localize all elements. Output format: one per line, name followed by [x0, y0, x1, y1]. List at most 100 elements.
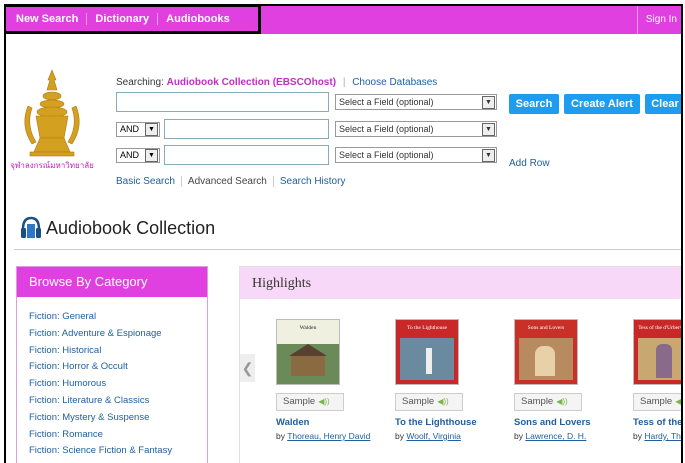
cover-title: To the Lighthouse — [407, 325, 447, 331]
search-history-link[interactable]: Search History — [272, 176, 352, 187]
book-card: To the Lighthouse Sample ◀)) To the Light… — [395, 319, 513, 441]
category-link[interactable]: Fiction: Literature & Classics — [29, 393, 207, 410]
book-title[interactable]: Sons and Lovers — [514, 417, 632, 428]
field-select-1-label: Select a Field (optional) — [339, 97, 434, 107]
category-link[interactable]: Fiction: Science Fiction & Fantasy — [29, 443, 207, 460]
category-link[interactable]: Fiction: Historical — [29, 343, 207, 360]
searching-line: Searching: Audiobook Collection (EBSCOho… — [116, 77, 438, 88]
chevron-down-icon: ▼ — [482, 122, 495, 136]
collection-title: Audiobook Collection — [46, 217, 216, 238]
highlights-panel: Highlights ❮ Walden Sample ◀)) Walden by … — [239, 266, 683, 463]
browse-heading: Browse By Category — [17, 267, 207, 297]
search-mode-links: Basic Search Advanced Search Search Hist… — [116, 176, 351, 187]
book-author-line: by Lawrence, D. H. — [514, 431, 632, 441]
search-row-1: Select a Field (optional) ▼ — [116, 92, 497, 112]
category-link[interactable]: Fiction: General — [29, 309, 207, 326]
book-title[interactable]: Tess of the D'Urbervilles — [633, 417, 681, 428]
category-link[interactable]: Fiction: Romance — [29, 427, 207, 444]
speaker-icon: ◀)) — [675, 397, 682, 406]
logo-caption: จุฬาลงกรณ์มหาวิทยาลัย — [10, 160, 94, 170]
advanced-search-link[interactable]: Advanced Search — [180, 176, 273, 187]
search-button[interactable]: Search — [509, 94, 559, 114]
speaker-icon: ◀)) — [437, 397, 449, 406]
sample-label: Sample — [521, 396, 554, 407]
category-list: Fiction: General Fiction: Adventure & Es… — [17, 309, 207, 460]
cover-title: Walden — [299, 325, 317, 331]
category-link[interactable]: Fiction: Adventure & Espionage — [29, 326, 207, 343]
bool-operator-label: AND — [120, 150, 140, 160]
sample-label: Sample — [283, 396, 316, 407]
chevron-down-icon: ▼ — [482, 148, 495, 162]
headphones-icon — [21, 216, 41, 238]
dictionary-link[interactable]: Dictionary — [87, 13, 159, 25]
divider — [14, 249, 681, 250]
search-input-3[interactable] — [164, 145, 329, 165]
book-title[interactable]: Walden — [276, 417, 394, 428]
add-row-link[interactable]: Add Row — [509, 158, 550, 169]
sign-in-link[interactable]: Sign In — [636, 6, 681, 34]
clear-button[interactable]: Clear — [645, 94, 681, 114]
cover-title: Sons and Lovers — [527, 325, 565, 331]
university-logo: จุฬาลงกรณ์มหาวิทยาลัย — [10, 66, 94, 178]
field-select-3-label: Select a Field (optional) — [339, 150, 434, 160]
bool-operator-select-2[interactable]: AND ▼ — [116, 121, 160, 137]
field-select-2[interactable]: Select a Field (optional) ▼ — [335, 121, 497, 137]
author-link[interactable]: Thoreau, Henry David — [287, 431, 370, 441]
highlights-heading: Highlights — [240, 267, 681, 299]
book-author-line: by Hardy, Thomas — [633, 431, 681, 441]
book-cover[interactable]: To the Lighthouse — [395, 319, 459, 385]
browse-by-category-panel: Browse By Category Fiction: General Fict… — [16, 266, 208, 463]
search-input-1[interactable] — [116, 92, 329, 112]
book-cover[interactable]: Tess of the d'Urbervilles — [633, 319, 683, 385]
sample-label: Sample — [640, 396, 673, 407]
by-label: by — [514, 431, 523, 441]
chevron-down-icon: ▼ — [482, 95, 495, 109]
carousel-prev-button[interactable]: ❮ — [240, 354, 255, 382]
field-select-1[interactable]: Select a Field (optional) ▼ — [335, 94, 497, 110]
basic-search-link[interactable]: Basic Search — [116, 176, 181, 187]
chevron-down-icon: ▼ — [145, 122, 158, 136]
book-cover[interactable]: Walden — [276, 319, 340, 385]
new-search-link[interactable]: New Search — [8, 13, 88, 25]
speaker-icon: ◀)) — [556, 397, 568, 406]
category-link[interactable]: Fiction: Horror & Occult — [29, 359, 207, 376]
author-link[interactable]: Hardy, Thomas — [644, 431, 681, 441]
book-cover[interactable]: Sons and Lovers — [514, 319, 578, 385]
by-label: by — [395, 431, 404, 441]
top-toolbar: New Search Dictionary Audiobooks Sign In — [6, 6, 681, 34]
search-row-3: AND ▼ Select a Field (optional) ▼ — [116, 145, 497, 165]
sample-label: Sample — [402, 396, 435, 407]
category-link[interactable]: Fiction: Mystery & Suspense — [29, 410, 207, 427]
collection-heading: Audiobook Collection — [20, 216, 215, 240]
by-label: by — [633, 431, 642, 441]
database-name: Audiobook Collection (EBSCOhost) — [166, 77, 337, 88]
book-title[interactable]: To the Lighthouse — [395, 417, 513, 428]
sample-button[interactable]: Sample◀)) — [633, 393, 682, 411]
sample-button[interactable]: Sample◀)) — [514, 393, 582, 411]
by-label: by — [276, 431, 285, 441]
book-card: Tess of the d'Urbervilles Sample◀)) Tess… — [633, 319, 683, 441]
sample-button[interactable]: Sample◀)) — [276, 393, 344, 411]
field-select-2-label: Select a Field (optional) — [339, 124, 434, 134]
search-input-2[interactable] — [164, 119, 329, 139]
book-author-line: by Woolf, Virginia — [395, 431, 513, 441]
chevron-down-icon: ▼ — [145, 148, 158, 162]
bool-operator-label: AND — [120, 124, 140, 134]
page-frame: New Search Dictionary Audiobooks Sign In… — [4, 4, 683, 463]
book-card: Walden Sample ◀)) Walden by Thoreau, Henr… — [276, 319, 394, 441]
author-link[interactable]: Lawrence, D. H. — [525, 431, 586, 441]
book-author-line: by Thoreau, Henry David — [276, 431, 394, 441]
choose-databases-link[interactable]: Choose Databases — [352, 77, 437, 88]
speaker-icon: ◀)) — [318, 397, 330, 406]
top-nav: New Search Dictionary Audiobooks — [6, 6, 261, 34]
category-link[interactable]: Fiction: Humorous — [29, 376, 207, 393]
audiobooks-link[interactable]: Audiobooks — [158, 13, 238, 25]
author-link[interactable]: Woolf, Virginia — [406, 431, 461, 441]
cover-title: Tess of the d'Urbervilles — [638, 325, 683, 331]
sample-button[interactable]: Sample◀)) — [395, 393, 463, 411]
bool-operator-select-3[interactable]: AND ▼ — [116, 147, 160, 163]
searching-label: Searching: — [116, 77, 164, 88]
field-select-3[interactable]: Select a Field (optional) ▼ — [335, 147, 497, 163]
book-card: Sons and Lovers Sample ◀)) Sons and Lover… — [514, 319, 632, 441]
create-alert-button[interactable]: Create Alert — [564, 94, 640, 114]
